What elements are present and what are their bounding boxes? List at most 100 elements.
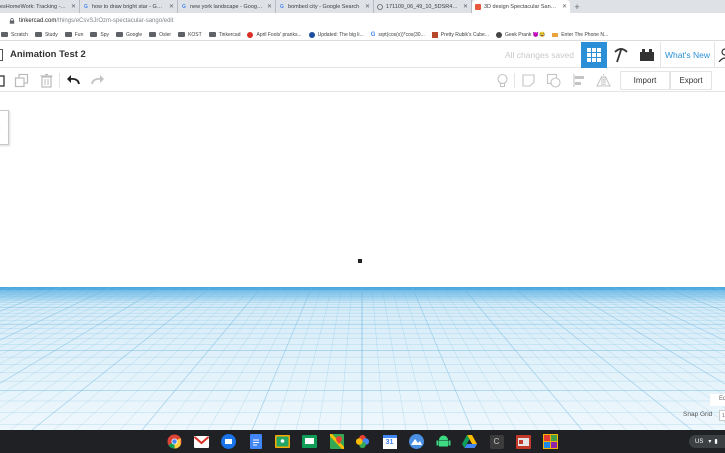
google-icon: G [280,3,284,10]
browser-tab[interactable]: G how to draw bright star - Google ✕ [80,0,178,13]
chevron-left-icon: ‹ [0,123,1,132]
user-icon[interactable] [718,48,725,62]
browser-tab[interactable]: 171109_06_49_10_5DSR4201.Di ✕ [374,0,472,13]
close-icon[interactable]: ✕ [71,3,76,10]
chrome-icon[interactable] [167,434,182,449]
browser-tab[interactable]: esHomeWork: Tracking - Goo ✕ [0,0,80,13]
phone-icon [552,32,559,37]
folder-icon [208,32,216,37]
browser-tab[interactable]: G bombed city - Google Search ✕ [276,0,374,13]
close-icon[interactable]: ✕ [267,3,272,10]
design-title[interactable]: Animation Test 2 [10,49,86,60]
browser-tab-active[interactable]: 3D design Spectacular Sango | Tin ✕ [472,0,570,13]
import-button[interactable]: Import [620,71,670,90]
grid-icon [587,48,601,62]
tab-title: bombed city - Google Search [288,3,360,10]
new-shape-icon[interactable] [0,73,6,88]
news-icon[interactable] [516,434,531,449]
tab-title: new york landscape - Google Sea [190,3,263,10]
android-icon[interactable] [436,434,451,449]
bookmark-phone[interactable]: Enter The Phone N... [552,32,608,38]
google-icon: G [182,3,186,10]
workplane-grid[interactable] [0,287,725,430]
close-icon[interactable]: ✕ [463,3,468,10]
gmail-icon[interactable] [194,434,209,449]
drive-icon[interactable] [462,434,477,449]
folder-icon [178,32,186,37]
tinkercad-header: Animation Test 2 All changes saved What'… [0,42,725,68]
classroom-icon[interactable] [275,434,290,449]
url-text: tinkercad.com/things/eCsvSJrOzm-spectacu… [19,18,174,24]
bookmark-study[interactable]: Study [34,32,58,38]
snap-grid-label: Snap Grid [683,411,713,418]
bookmark-scratch[interactable]: Scratch [1,32,28,38]
menu-icon[interactable] [0,49,3,61]
battery-icon: ▮ [714,439,718,445]
status-tray[interactable]: US ▾ ▮ [689,435,725,448]
workplane-viewport[interactable]: ‹ Ed Snap Grid 1 [0,93,725,430]
folder-icon [90,32,98,37]
3d-view-button[interactable] [581,42,607,68]
note-icon[interactable] [521,73,536,88]
pickaxe-icon [614,48,628,63]
close-icon[interactable]: ✕ [365,3,370,10]
files-icon[interactable] [221,434,236,449]
keyboard-locale: US [695,438,704,445]
tab-title: 3D design Spectacular Sango | Tin [484,3,558,10]
close-icon[interactable]: ✕ [169,3,174,10]
calendar-icon[interactable]: 31 [382,434,397,449]
view-controls-tab[interactable]: ‹ [0,110,9,145]
bookmark-osler[interactable]: Osler [149,32,171,38]
docs-icon[interactable] [248,434,263,449]
align-icon[interactable] [572,73,587,88]
lock-icon [9,18,15,24]
blocks-button[interactable] [608,42,634,68]
slides-icon[interactable] [302,434,317,449]
bookmark-sqrt[interactable]: Gsqrt(cos(x))*cos(30... [371,32,425,38]
bookmark-fun[interactable]: Fun [64,32,83,38]
earth-icon[interactable] [409,434,424,449]
redo-icon[interactable] [90,73,105,88]
close-icon[interactable]: ✕ [562,3,567,10]
whats-new-button[interactable]: What's New [660,42,715,68]
browser-tab[interactable]: G new york landscape - Google Sea ✕ [178,0,276,13]
shape-object[interactable] [358,259,362,263]
light-bulb-icon[interactable] [495,73,510,88]
export-button[interactable]: Export [670,71,712,90]
bookmark-geek-prank[interactable]: Geek Prank 😈😂 [495,31,545,38]
bookmark-spy[interactable]: Spy [90,32,109,38]
toolbar-divider [514,73,515,88]
bookmark-kost[interactable]: KOST [178,32,202,38]
undo-icon[interactable] [66,73,81,88]
game-icon[interactable] [543,434,558,449]
red-circle-icon [247,31,254,38]
new-tab-button[interactable]: + [570,0,584,13]
bookmark-updated[interactable]: Updated: The big li... [308,31,364,38]
delete-icon[interactable] [39,73,54,88]
group-icon[interactable] [546,73,561,88]
folder-icon [64,32,72,37]
copy-icon[interactable] [14,73,29,88]
bookmark-tinkercad[interactable]: Tinkercad [208,32,240,38]
bricks-button[interactable] [634,42,660,68]
maps-icon[interactable] [329,434,344,449]
edit-toolbar: Import Export [0,69,725,92]
browser-tab-strip: esHomeWork: Tracking - Goo ✕ G how to dr… [0,0,725,13]
tinkercad-icon [475,3,481,10]
geek-icon [495,31,502,38]
mirror-icon[interactable] [596,73,611,88]
address-bar[interactable]: tinkercad.com/things/eCsvSJrOzm-spectacu… [0,13,725,29]
bookmark-rubiks[interactable]: Pretty Rubik's Cube... [431,31,489,38]
tab-title: how to draw bright star - Google [92,3,165,10]
toolbar-divider [59,73,60,88]
blue-circle-icon [308,31,315,38]
photos-icon[interactable] [355,434,370,449]
bookmark-google[interactable]: Google [116,32,142,38]
tab-title: esHomeWork: Tracking - Goo [0,3,67,10]
c-app-icon[interactable]: C [489,434,504,449]
snap-grid-select[interactable]: 1 [719,410,725,421]
bookmark-april-fools[interactable]: April Fools' pranks... [247,31,302,38]
edit-grid-button[interactable]: Ed [710,394,725,406]
cube-icon [431,31,438,38]
folder-icon [116,32,123,37]
